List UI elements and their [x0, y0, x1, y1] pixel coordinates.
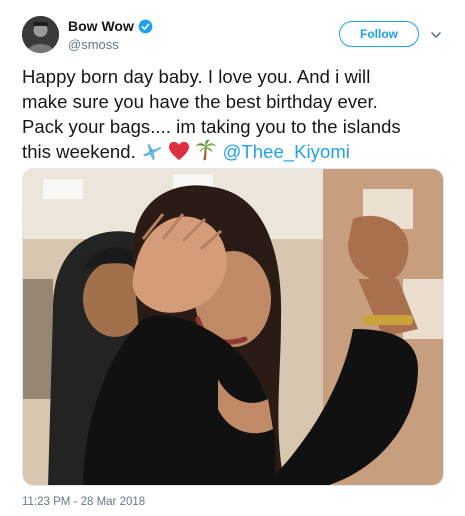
tweet-text-line: Pack your bags.... im taking you to the … — [22, 116, 401, 137]
photo-illustration — [23, 169, 443, 485]
tweet-photo[interactable] — [22, 168, 444, 486]
mention-link[interactable]: @Thee_Kiyomi — [223, 141, 350, 162]
profile-photo-icon — [22, 16, 59, 53]
palm-tree-icon — [195, 139, 217, 167]
tweet-text-line-last: this weekend. @Thee_Kiyomi — [22, 139, 452, 167]
red-heart-icon — [168, 141, 190, 167]
display-name[interactable]: Bow Wow — [68, 18, 134, 34]
airplane-icon — [141, 141, 163, 167]
tweet-text: Happy born day baby. I love you. And i w… — [22, 64, 452, 167]
verified-badge-icon — [138, 19, 153, 34]
tweet-text-line: make sure you have the best birthday eve… — [22, 91, 378, 112]
tweet-text-line: this weekend. — [22, 141, 136, 162]
chevron-down-icon[interactable] — [429, 28, 443, 42]
tweet-timestamp[interactable]: 11:23 PM - 28 Mar 2018 — [22, 496, 145, 508]
follow-button[interactable]: Follow — [339, 21, 419, 47]
avatar[interactable] — [22, 16, 59, 53]
name-row: Bow Wow — [68, 18, 153, 34]
tweet-card: Bow Wow @smoss Follow Happy born day bab… — [0, 0, 465, 516]
tweet-text-line: Happy born day baby. I love you. And i w… — [22, 66, 371, 87]
user-handle[interactable]: @smoss — [68, 37, 119, 52]
